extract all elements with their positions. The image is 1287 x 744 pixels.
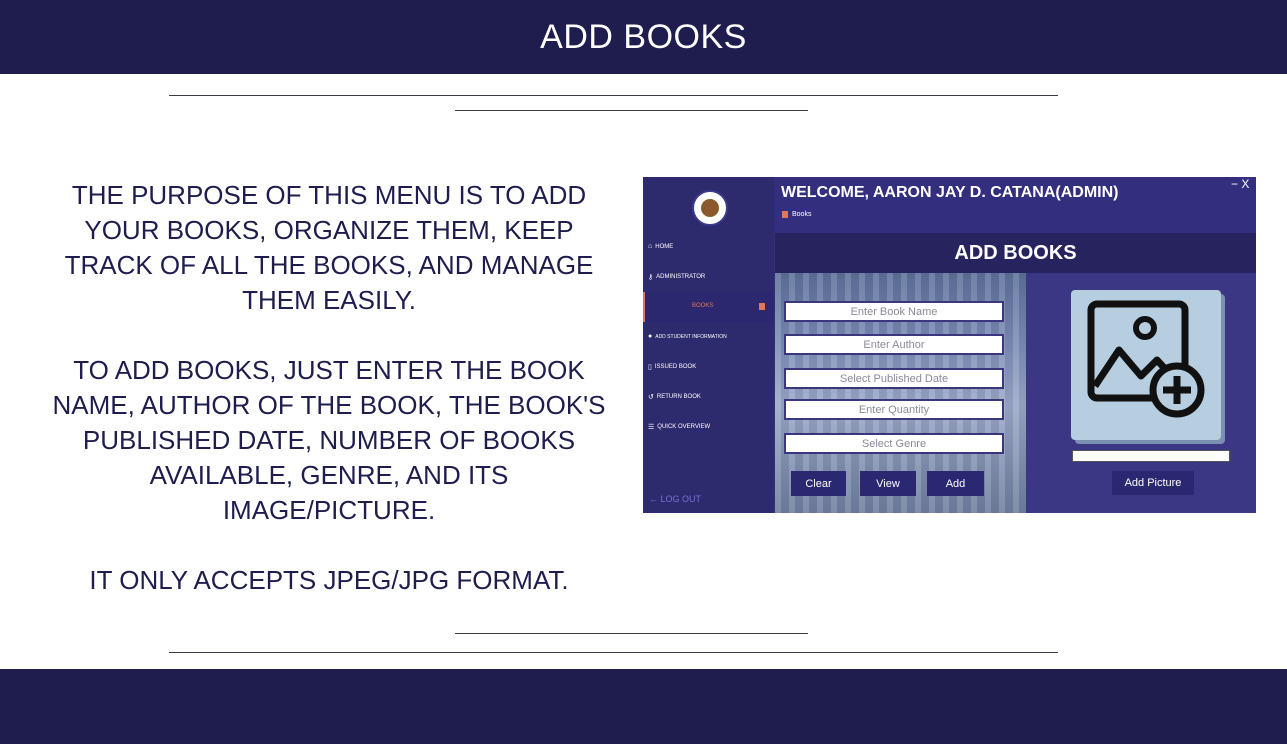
author-field[interactable]: Enter Author	[784, 334, 1004, 355]
description-paragraph-1: THE PURPOSE OF THIS MENU IS TO ADD YOUR …	[64, 180, 594, 315]
sidebar: ⌂ HOME ⚷ ADMINISTRATOR BOOKS ● ADD STUDE…	[643, 177, 774, 513]
book-icon	[782, 211, 788, 218]
sidebar-item-label: QUICK OVERVIEW	[657, 424, 711, 430]
add-picture-button[interactable]: Add Picture	[1112, 471, 1194, 495]
window-controls[interactable]: − X	[1231, 177, 1249, 191]
description-paragraph-3: IT ONLY ACCEPTS JPEG/JPG FORMAT.	[89, 565, 569, 595]
view-button[interactable]: View	[860, 471, 916, 496]
clear-button[interactable]: Clear	[791, 471, 846, 496]
top-divider-long	[169, 95, 1058, 96]
book-image-preview	[1071, 290, 1221, 440]
title-bar: ADD BOOKS	[0, 0, 1287, 74]
bookmark-icon: ▯	[648, 364, 652, 371]
footer-bar	[0, 669, 1287, 744]
logout-link[interactable]: ← LOG OUT	[649, 494, 701, 504]
sidebar-item-label: ADMINISTRATOR	[656, 274, 706, 280]
genre-select[interactable]: Select Genre	[784, 433, 1004, 454]
book-icon	[759, 303, 765, 310]
breadcrumb-label: Books	[792, 211, 812, 218]
published-date-field[interactable]: Select Published Date	[784, 368, 1004, 389]
description-paragraph-2: TO ADD BOOKS, JUST ENTER THE BOOK NAME, …	[52, 355, 606, 525]
sidebar-item-issued-book[interactable]: ▯ ISSUED BOOK	[648, 363, 696, 371]
add-button[interactable]: Add	[927, 471, 984, 496]
sidebar-item-label: BOOKS	[692, 303, 714, 309]
school-seal-logo	[692, 190, 728, 226]
description: THE PURPOSE OF THIS MENU IS TO ADD YOUR …	[48, 178, 610, 633]
app-screenshot: ⌂ HOME ⚷ ADMINISTRATOR BOOKS ● ADD STUDE…	[643, 177, 1256, 513]
section-title: ADD BOOKS	[775, 233, 1256, 273]
sidebar-item-home[interactable]: ⌂ HOME	[648, 243, 673, 250]
sidebar-item-quick-overview[interactable]: ☰ QUICK OVERVIEW	[648, 423, 710, 431]
undo-icon: ↺	[648, 394, 654, 401]
quantity-field[interactable]: Enter Quantity	[784, 399, 1004, 420]
sidebar-item-administrator[interactable]: ⚷ ADMINISTRATOR	[648, 273, 705, 281]
book-name-field[interactable]: Enter Book Name	[784, 301, 1004, 322]
add-image-icon	[1087, 300, 1205, 418]
sidebar-item-label: ISSUED BOOK	[654, 364, 697, 370]
sidebar-item-label: RETURN BOOK	[656, 394, 701, 400]
key-icon: ⚷	[648, 274, 654, 281]
sidebar-item-add-student-information[interactable]: ● ADD STUDENT INFORMATION	[648, 333, 727, 340]
home-icon: ⌂	[648, 243, 653, 250]
list-icon: ☰	[648, 424, 655, 431]
breadcrumb: Books	[782, 211, 811, 218]
sidebar-item-books[interactable]: BOOKS	[643, 292, 774, 322]
welcome-text: WELCOME, AARON JAY D. CATANA(ADMIN)	[781, 184, 1119, 201]
page-title: ADD BOOKS	[540, 17, 747, 56]
sidebar-item-return-book[interactable]: ↺ RETURN BOOK	[648, 393, 701, 401]
image-path-field[interactable]	[1072, 450, 1230, 462]
sidebar-item-label: HOME	[655, 243, 674, 250]
info-icon: ●	[648, 333, 653, 340]
sidebar-item-label: ADD STUDENT INFORMATION	[655, 333, 727, 340]
bottom-divider-short	[455, 633, 808, 634]
bottom-divider-long	[169, 652, 1058, 653]
top-divider-short	[455, 110, 808, 111]
